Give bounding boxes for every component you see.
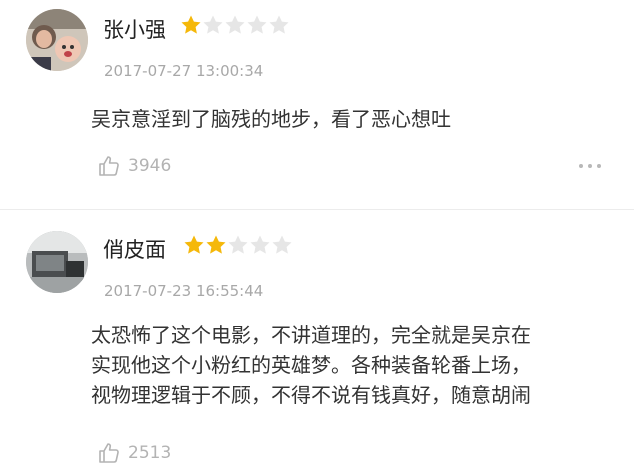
- thumbs-up-icon: [99, 156, 119, 176]
- like-button[interactable]: 2513: [97, 441, 171, 465]
- star-icon: [206, 235, 226, 254]
- star-icon: [247, 15, 267, 34]
- avatar[interactable]: [26, 231, 88, 293]
- star-icon: [184, 235, 204, 254]
- comment-text-line: 视物理逻辑于不顾，不得不说有钱真好，随意胡闹: [91, 383, 531, 407]
- star-icon: [269, 15, 289, 34]
- star-icon: [272, 235, 292, 254]
- username[interactable]: 俏皮面: [103, 234, 166, 264]
- comment-text-line: 太恐怖了这个电影，不讲道理的，完全就是吴京在: [91, 323, 531, 347]
- like-count: 2513: [128, 443, 172, 463]
- timestamp: 2017-07-27 13:00:34: [104, 62, 264, 80]
- comment-text-line: 实现他这个小粉红的英雄梦。各种装备轮番上场，: [91, 353, 531, 377]
- star-icon: [228, 235, 248, 254]
- more-icon[interactable]: [579, 164, 601, 168]
- rating-stars: [180, 14, 290, 36]
- star-icon: [225, 15, 245, 34]
- comment-text: 吴京意淫到了脑残的地步，看了恶心想吐: [91, 107, 451, 131]
- timestamp: 2017-07-23 16:55:44: [104, 282, 264, 300]
- thumbs-up-icon: [99, 443, 119, 463]
- star-icon: [203, 15, 223, 34]
- comment-item: 张小强 2017-07-27 13:00:34 吴京意淫到了脑残的地步，看了恶心…: [0, 0, 634, 210]
- star-icon: [181, 15, 201, 34]
- star-icon: [250, 235, 270, 254]
- avatar-image: [26, 9, 88, 71]
- comment-item: 俏皮面 2017-07-23 16:55:44 太恐怖了这个电影，不讲道理的，完…: [0, 210, 634, 463]
- like-button[interactable]: 3946: [97, 154, 171, 178]
- avatar-image: [26, 231, 88, 293]
- avatar[interactable]: [26, 9, 88, 71]
- comment-text: 太恐怖了这个电影，不讲道理的，完全就是吴京在 实现他这个小粉红的英雄梦。各种装备…: [91, 320, 626, 410]
- rating-stars: [183, 234, 293, 256]
- username[interactable]: 张小强: [103, 14, 166, 44]
- like-count: 3946: [128, 156, 172, 176]
